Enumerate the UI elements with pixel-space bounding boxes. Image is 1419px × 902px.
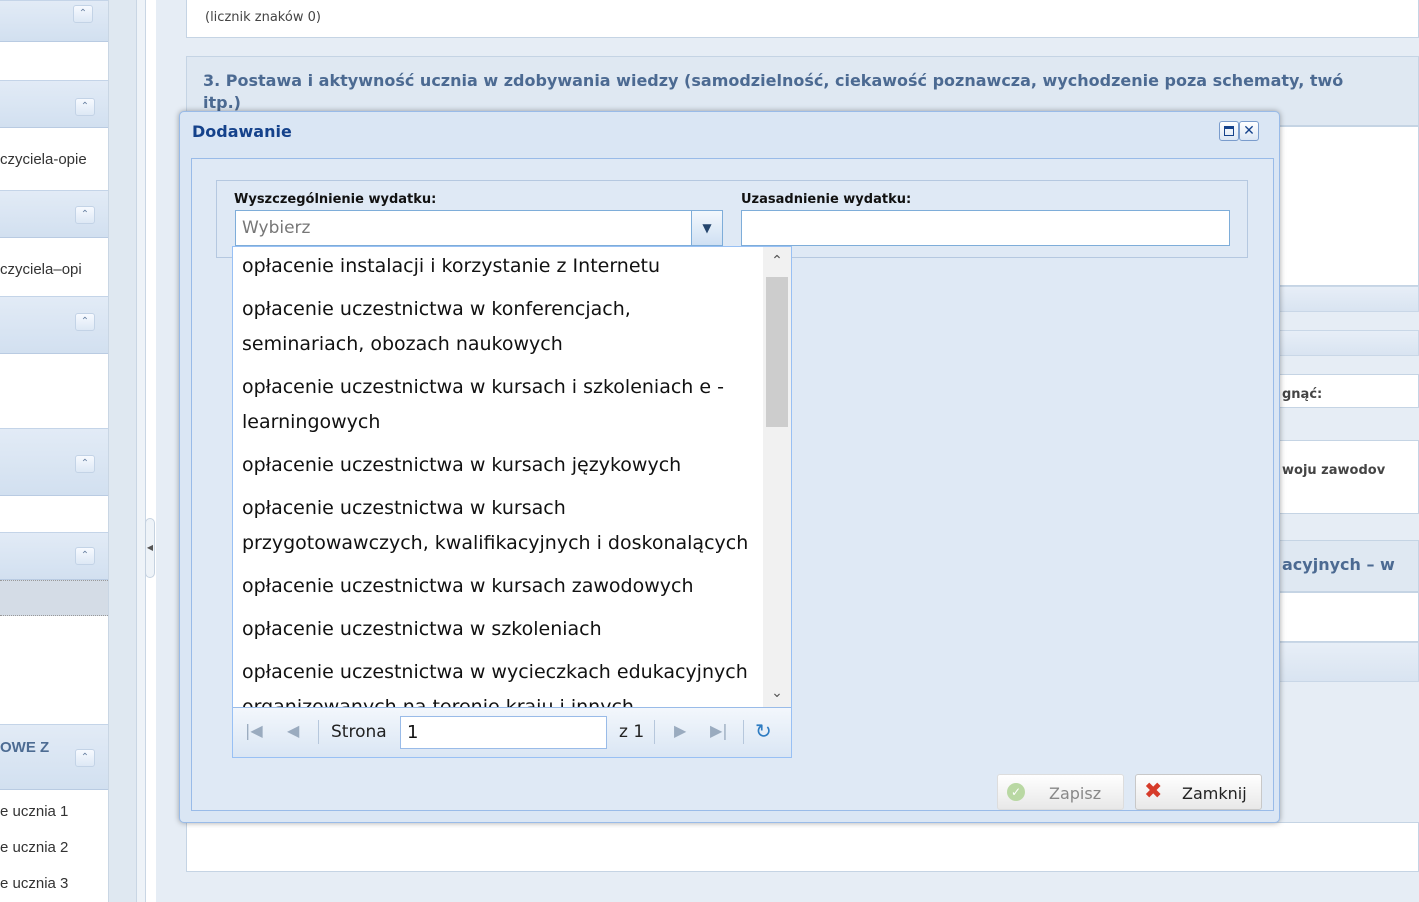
collapse-up-icon[interactable]: ⌃ <box>75 547 95 565</box>
sidebar: ⌃ ⌃ czyciela-opie ⌃ czyciela–opi ⌃ ⌃ ⌃ O… <box>0 0 108 902</box>
dropdown-option[interactable]: opłacenie uczestnictwa w wycieczkach edu… <box>233 651 761 707</box>
sidebar-item-label[interactable]: e ucznia 1 <box>0 803 68 820</box>
dropdown-option[interactable]: opłacenie uczestnictwa w szkoleniach <box>233 608 761 651</box>
next-page-icon[interactable]: ▶ <box>674 721 686 740</box>
first-page-icon[interactable]: |◀ <box>245 721 263 740</box>
dropdown-option[interactable]: opłacenie uczestnictwa w kursach przygot… <box>233 487 761 565</box>
collapse-left-icon[interactable]: ◀ <box>145 518 155 578</box>
dropdown-list: opłacenie instalacji i korzystanie z Int… <box>233 247 761 707</box>
specification-label: Wyszczególnienie wydatku: <box>234 192 437 207</box>
collapse-up-icon[interactable]: ⌃ <box>75 313 95 331</box>
dropdown-option[interactable]: opłacenie uczestnictwa w kursach i szkol… <box>233 366 761 444</box>
refresh-icon[interactable]: ↻ <box>755 719 772 743</box>
dropdown-scrollbar[interactable]: ⌃ ⌄ <box>763 247 791 707</box>
sidebar-item-label[interactable]: e ucznia 3 <box>0 875 68 892</box>
char-counter: (licznik znaków 0) <box>205 10 321 25</box>
check-icon: ✓ <box>1007 783 1025 801</box>
page-input[interactable]: 1 <box>400 716 607 749</box>
scroll-up-icon[interactable]: ⌃ <box>763 247 791 275</box>
collapse-up-icon[interactable]: ⌃ <box>73 5 93 23</box>
page-label: Strona <box>331 722 387 742</box>
specification-dropdown: opłacenie instalacji i korzystanie z Int… <box>232 246 792 758</box>
char-counter-panel: (licznik znaków 0) <box>186 0 1419 38</box>
dialog-title: Dodawanie <box>192 122 292 141</box>
bg-label: woju zawodov <box>1282 463 1386 478</box>
sidebar-panel-header: ⌃ <box>0 428 108 496</box>
specification-placeholder: Wybierz <box>242 218 311 238</box>
dropdown-option[interactable]: opłacenie instalacji i korzystanie z Int… <box>233 247 761 288</box>
page-count-label: z 1 <box>619 722 645 742</box>
scroll-thumb[interactable] <box>766 277 788 427</box>
section3-title: 3. Postawa i aktywność ucznia w zdobywan… <box>203 71 1344 90</box>
close-icon[interactable]: ✕ <box>1239 121 1259 141</box>
justification-label: Uzasadnienie wydatku: <box>741 192 912 207</box>
close-button-label: Zamknij <box>1182 784 1247 803</box>
sidebar-panel-header: ⌃ <box>0 80 108 128</box>
sidebar-item-label[interactable]: e ucznia 2 <box>0 839 68 856</box>
close-button[interactable]: ✖ Zamknij <box>1135 774 1262 810</box>
dropdown-option[interactable]: opłacenie uczestnictwa w kursach zawodow… <box>233 565 761 608</box>
sidebar-panel-header: ⌃ <box>0 0 108 42</box>
splitter-track <box>136 0 146 902</box>
sidebar-panel-header: ⌃ <box>0 532 108 580</box>
justification-input[interactable] <box>741 210 1230 246</box>
scroll-down-icon[interactable]: ⌄ <box>763 679 791 707</box>
sidebar-panel-header: ⌃ <box>0 190 108 238</box>
sidebar-panel-header: ⌃ <box>0 296 108 354</box>
pager-separator <box>318 720 319 744</box>
save-button-label: Zapisz <box>1049 784 1102 803</box>
collapse-up-icon[interactable]: ⌃ <box>75 455 95 473</box>
save-button[interactable]: ✓ Zapisz <box>997 774 1124 810</box>
dropdown-option[interactable]: opłacenie uczestnictwa w kursach językow… <box>233 444 761 487</box>
prev-page-icon[interactable]: ◀ <box>287 721 299 740</box>
dropdown-option[interactable]: opłacenie uczestnictwa w konferencjach, … <box>233 288 761 366</box>
dropdown-pager: |◀ ◀ Strona 1 z 1 ▶ ▶| ↻ <box>233 707 791 757</box>
sidebar-item-label[interactable]: czyciela–opi <box>0 261 82 278</box>
dropdown-arrow-icon[interactable]: ▼ <box>691 210 723 246</box>
specification-combo[interactable]: Wybierz ▼ <box>235 210 723 246</box>
bg-row <box>186 822 1419 872</box>
x-icon: ✖ <box>1144 779 1163 804</box>
collapse-up-icon[interactable]: ⌃ <box>75 206 95 224</box>
collapse-up-icon[interactable]: ⌃ <box>75 98 95 116</box>
section3-title-cont: itp.) <box>203 93 241 112</box>
pager-separator <box>743 720 744 744</box>
bg-section-title: acyjnych – w <box>1282 555 1395 574</box>
bg-label: gnąć: <box>1282 387 1323 402</box>
pager-separator <box>654 720 655 744</box>
last-page-icon[interactable]: ▶| <box>710 721 728 740</box>
splitter[interactable] <box>108 0 136 902</box>
sidebar-item-label[interactable]: czyciela-opie <box>0 151 87 168</box>
sidebar-panel-header: OWE Z ⌃ <box>0 724 108 790</box>
collapse-up-icon[interactable]: ⌃ <box>75 749 95 767</box>
sidebar-selected-row[interactable] <box>0 580 108 616</box>
sidebar-section-title: OWE Z <box>0 739 50 756</box>
maximize-icon[interactable] <box>1219 121 1239 141</box>
